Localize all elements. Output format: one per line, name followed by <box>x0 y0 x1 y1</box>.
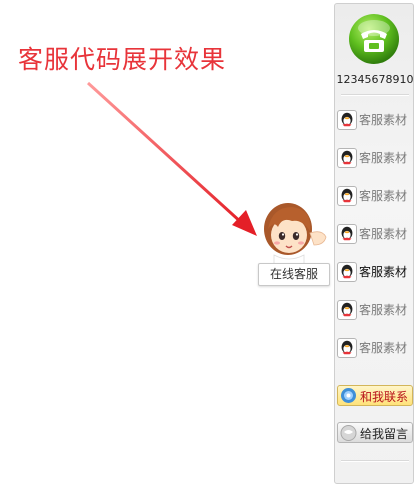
service-item-3[interactable]: 客服素材 <box>337 185 413 207</box>
service-item-2[interactable]: 客服素材 <box>337 147 413 169</box>
contact-me-label: 和我联系 <box>360 390 409 404</box>
service-item-label: 客服素材 <box>359 341 408 355</box>
message-icon <box>340 425 357 441</box>
service-item-7[interactable]: 客服素材 <box>337 337 413 359</box>
service-item-5[interactable]: 客服素材 <box>337 261 413 283</box>
service-item-label: 客服素材 <box>359 265 408 279</box>
service-item-label: 客服素材 <box>359 189 408 203</box>
qq-penguin-icon <box>337 300 357 320</box>
phone-icon[interactable] <box>347 12 401 66</box>
service-item-label: 客服素材 <box>359 151 408 165</box>
service-panel: 12345678910 客服素材 客服素材 客服素材 客服素材 客服素材 客服素… <box>334 3 414 484</box>
qq-penguin-icon <box>337 224 357 244</box>
arrow-head <box>232 210 257 236</box>
arrow-shaft <box>86 81 245 226</box>
service-item-label: 客服素材 <box>359 303 408 317</box>
qq-penguin-icon <box>337 338 357 358</box>
service-item-label: 客服素材 <box>359 113 408 127</box>
online-service-label: 在线客服 <box>258 263 330 286</box>
contact-me-button[interactable]: 和我联系 <box>337 385 413 406</box>
divider <box>341 94 409 96</box>
service-item-1[interactable]: 客服素材 <box>337 109 413 131</box>
service-item-4[interactable]: 客服素材 <box>337 223 413 245</box>
service-item-6[interactable]: 客服素材 <box>337 299 413 321</box>
qq-penguin-icon <box>337 186 357 206</box>
leave-message-label: 给我留言 <box>360 427 409 441</box>
qq-penguin-icon <box>337 262 357 282</box>
leave-message-button[interactable]: 给我留言 <box>337 422 413 443</box>
chat-bubble-icon <box>341 388 356 403</box>
divider <box>341 460 409 462</box>
qq-penguin-icon <box>337 110 357 130</box>
phone-number: 12345678910 <box>336 73 414 86</box>
qq-penguin-icon <box>337 148 357 168</box>
service-item-label: 客服素材 <box>359 227 408 241</box>
girl-avatar-icon <box>264 203 327 265</box>
online-service-avatar[interactable]: 在线客服 <box>258 199 330 287</box>
